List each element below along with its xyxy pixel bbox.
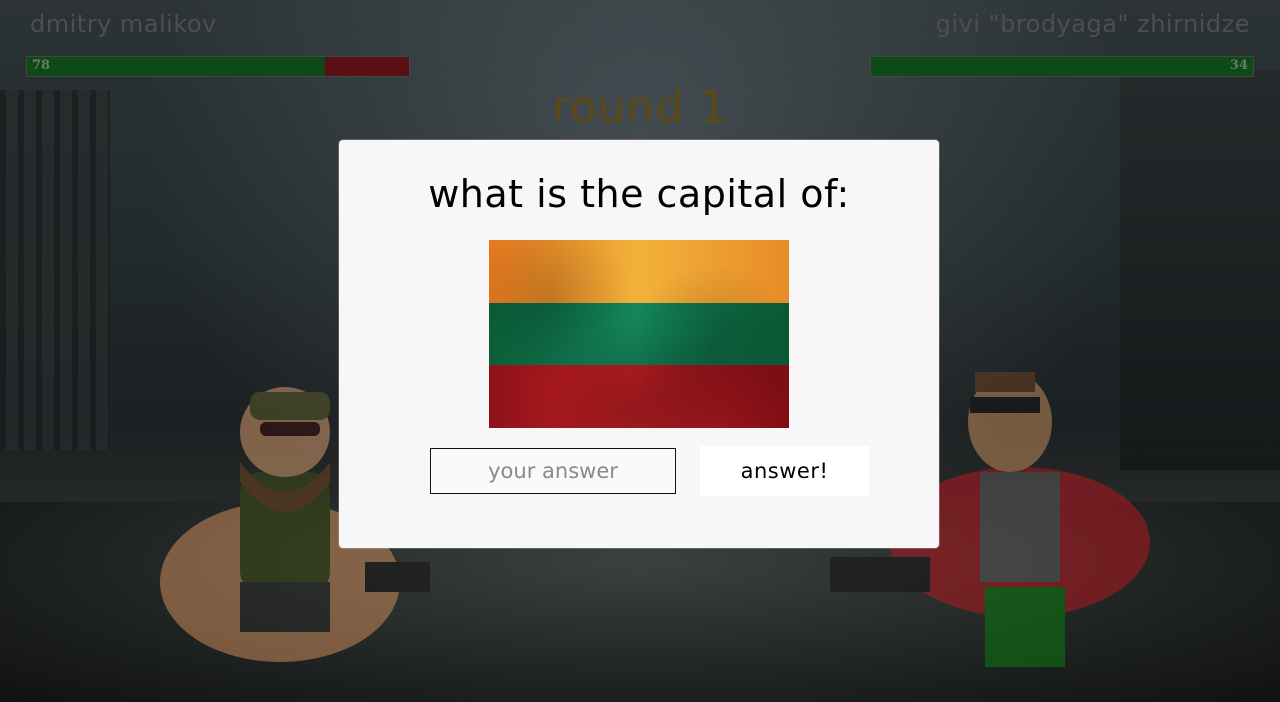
lithuania-flag-icon bbox=[489, 240, 789, 428]
question-modal: what is the capital of: answer! bbox=[339, 140, 939, 548]
player-right-health-value: 34 bbox=[1229, 58, 1248, 73]
player-left-health-bar: 78 bbox=[26, 56, 410, 77]
player-right-name: givi "brodyaga" zhirnidze bbox=[935, 10, 1250, 38]
question-text: what is the capital of: bbox=[428, 172, 850, 216]
health-fill bbox=[27, 57, 325, 76]
player-left-health-value: 78 bbox=[32, 58, 51, 73]
answer-input[interactable] bbox=[430, 448, 676, 494]
flag-texture bbox=[489, 240, 789, 428]
dungeon-gate bbox=[0, 90, 110, 450]
answer-button[interactable]: answer! bbox=[700, 446, 869, 496]
health-fill bbox=[871, 57, 1253, 76]
health-lost bbox=[324, 57, 409, 76]
player-left-name: dmitry malikov bbox=[30, 10, 217, 38]
player-right-health-bar: 34 bbox=[870, 56, 1254, 77]
round-title: round 1 bbox=[551, 82, 729, 133]
